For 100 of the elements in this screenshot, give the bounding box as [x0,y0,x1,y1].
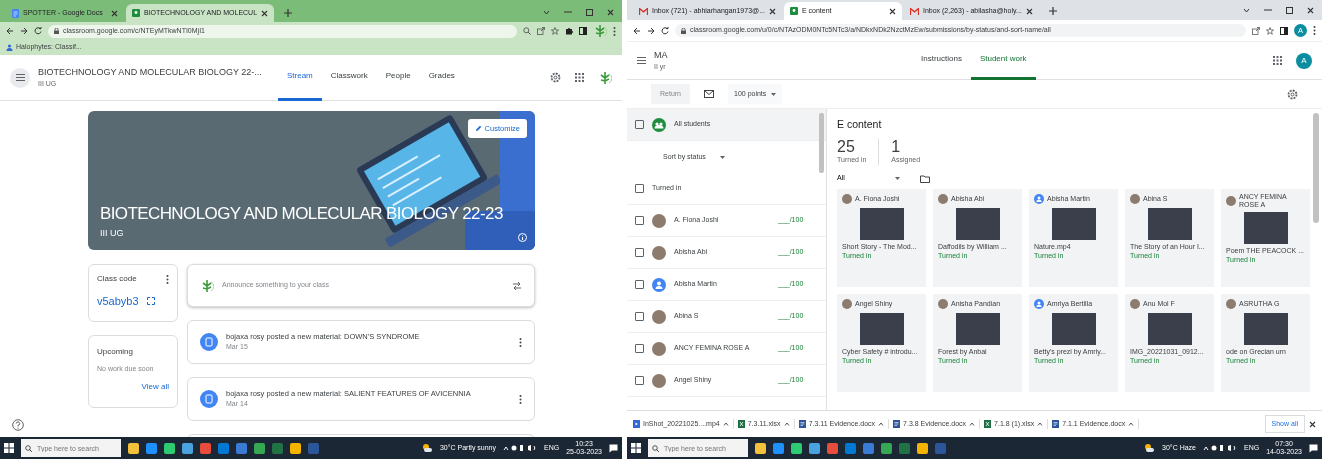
close-icon[interactable] [261,9,269,17]
app-tile-icon[interactable] [863,442,874,454]
app-tile-icon[interactable] [254,442,265,454]
app-tile-icon[interactable] [899,442,910,454]
apps-grid-icon[interactable] [1273,56,1282,65]
app-tile-icon[interactable] [128,442,139,454]
notification-icon[interactable] [1309,443,1318,453]
app-tile-icon[interactable] [755,442,766,454]
forward-arrow-icon[interactable] [20,27,28,35]
app-tile-icon[interactable] [773,442,784,454]
new-tab-icon[interactable] [1048,7,1057,15]
close-icon[interactable] [1307,6,1314,14]
checkbox[interactable] [635,280,644,289]
side-panel-icon[interactable] [579,27,587,35]
close-icon[interactable] [111,9,118,17]
app-tile-icon[interactable] [236,442,247,454]
profile-avatar[interactable]: A [1296,52,1312,69]
reload-icon[interactable] [661,26,669,35]
system-tray-icons[interactable] [1203,444,1237,452]
plant-logo-icon[interactable] [598,70,612,85]
app-tile-icon[interactable] [917,442,928,454]
profile-plant-icon[interactable] [593,24,607,38]
app-tile-icon[interactable] [809,442,820,454]
app-tile-icon[interactable] [791,442,802,454]
apps-grid-icon[interactable] [575,73,584,82]
close-icon[interactable] [1025,7,1033,15]
menu-button[interactable] [10,67,30,88]
notification-icon[interactable] [609,443,618,453]
more-vertical-icon[interactable] [519,337,522,347]
repost-arrows-icon[interactable] [512,280,522,291]
caret-up-icon[interactable] [783,422,790,426]
checkbox[interactable] [635,184,644,193]
share-icon[interactable] [1252,26,1260,35]
more-vertical-icon[interactable] [519,394,522,404]
app-tile-icon[interactable] [200,442,211,454]
close-icon[interactable] [768,7,776,15]
more-vertical-icon[interactable] [613,26,616,36]
windows-logo-icon[interactable] [631,443,641,453]
maximize-icon[interactable] [1286,6,1293,14]
app-tile-icon[interactable] [182,442,193,454]
checkbox[interactable] [635,312,644,321]
scrollbar[interactable] [1313,113,1319,223]
view-all-link[interactable]: View all [141,380,169,393]
checkbox[interactable] [635,344,644,353]
class-tab[interactable]: Classwork [321,54,377,101]
back-arrow-icon[interactable] [6,27,14,35]
app-tile-icon[interactable] [218,442,229,454]
app-tile-icon[interactable] [827,442,838,454]
class-avatar-icon[interactable] [200,278,214,293]
app-tile-icon[interactable] [146,442,157,454]
share-icon[interactable] [537,27,545,35]
app-tile-icon[interactable] [881,442,892,454]
info-icon[interactable] [518,233,527,242]
system-tray-icons[interactable] [503,444,537,452]
checkbox[interactable] [635,216,644,225]
caret-up-icon[interactable] [1037,422,1044,426]
caret-up-icon[interactable] [1128,422,1135,426]
checkbox[interactable] [635,120,644,129]
caret-up-icon[interactable] [722,422,729,426]
windows-logo-icon[interactable] [4,443,14,453]
new-tab-icon[interactable] [284,9,293,17]
scrollbar[interactable] [819,113,824,173]
assignment-tab[interactable]: Student work [970,41,1036,80]
fullscreen-icon[interactable] [146,297,155,306]
chevron-down-icon[interactable] [1243,7,1250,13]
assignment-tab[interactable]: Instructions [912,41,971,80]
help-icon[interactable] [12,419,24,431]
envelope-icon[interactable] [704,90,714,98]
class-tab[interactable]: People [376,54,420,101]
puzzle-icon[interactable] [565,27,573,35]
maximize-icon[interactable] [586,8,593,16]
star-icon[interactable] [1266,26,1274,35]
class-tab[interactable]: Grades [419,54,464,101]
settings-icon[interactable] [550,72,561,83]
menu-icon[interactable] [637,57,646,64]
app-tile-icon[interactable] [164,442,175,454]
star-icon[interactable] [551,27,559,35]
app-tile-icon[interactable] [290,442,301,454]
close-icon[interactable] [888,7,896,15]
settings-icon[interactable] [1287,88,1298,100]
magnifier-icon[interactable] [523,27,531,35]
app-tile-icon[interactable] [845,442,856,454]
class-tab[interactable]: Stream [278,54,322,101]
caret-up-icon[interactable] [878,422,885,426]
close-icon[interactable] [1309,420,1316,428]
back-arrow-icon[interactable] [633,26,641,35]
app-tile-icon[interactable] [308,442,319,454]
close-icon[interactable] [607,8,614,16]
more-vertical-icon[interactable] [1313,26,1316,35]
checkbox[interactable] [635,376,644,385]
chevron-down-icon[interactable] [543,9,550,15]
app-tile-icon[interactable] [935,442,946,454]
side-panel-icon[interactable] [1280,26,1288,35]
folder-icon[interactable] [919,174,930,183]
reload-icon[interactable] [34,27,42,35]
app-tile-icon[interactable] [272,442,283,454]
more-vertical-icon[interactable] [166,274,169,284]
caret-up-icon[interactable] [969,422,976,426]
checkbox[interactable] [635,248,644,257]
forward-arrow-icon[interactable] [647,26,655,35]
